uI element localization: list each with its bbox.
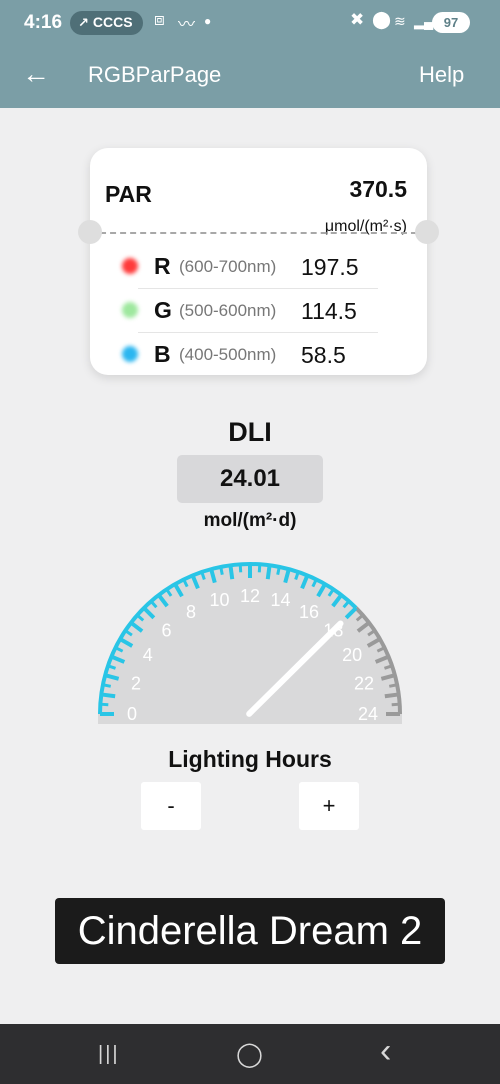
gauge-tick (219, 566, 224, 576)
par-card: PAR 370.5 μmol/(m²·s) R (600-700nm) 197.… (78, 148, 439, 377)
app-bar: ← RGBParPage Help (0, 46, 500, 108)
lighting-hours-title: Lighting Hours (168, 746, 332, 772)
rgb-letter: G (154, 297, 172, 323)
rgb-range: (500-600nm) (179, 301, 277, 320)
par-value: 370.5 (349, 176, 407, 202)
gauge-tick-label: 24 (358, 704, 378, 724)
gauge-tick-label: 16 (299, 602, 319, 622)
par-label: PAR (105, 181, 152, 207)
rgb-value: 197.5 (301, 254, 359, 280)
trend-icon: 〰 (178, 15, 195, 34)
wifi-icon: ≋ (394, 13, 406, 29)
status-pill-label: CCCS (92, 14, 133, 30)
gauge-tick (257, 564, 262, 573)
gauge-tick (388, 683, 398, 688)
location-icon: ⬤ (372, 10, 392, 29)
blue-dot-icon (122, 346, 138, 362)
divider (90, 232, 427, 234)
gauge-tick (101, 692, 116, 699)
card-notch-left (78, 220, 102, 244)
gauge-tick-label: 20 (342, 645, 362, 665)
green-dot-icon (122, 302, 138, 318)
help-button[interactable]: Help (419, 62, 464, 88)
gauge-tick (391, 702, 400, 707)
page-title: RGBParPage (88, 62, 222, 87)
gauge-tick (265, 565, 272, 580)
gauge-tick (228, 565, 235, 580)
gauge-tick-label: 2 (131, 673, 141, 693)
gauge-tick-label: 8 (186, 602, 196, 622)
gauge-tick-label: 4 (143, 645, 153, 665)
trend-arrow-icon: ↗ (78, 15, 89, 30)
gauge-tick (102, 683, 112, 688)
rgb-range: (600-700nm) (179, 257, 277, 276)
gauge-tick (276, 566, 281, 576)
gauge-tick (100, 702, 109, 707)
gauge-tick-label: 12 (240, 586, 260, 606)
status-bar: 4:16 ↗ CCCS ⧈ 〰 ● ✖ ⬤ ≋ ▂▄ 97 (0, 0, 500, 46)
gauge-tick (384, 692, 399, 699)
system-nav-bar: ||| ◯ ‹ (0, 1024, 500, 1084)
lighting-hours-gauge[interactable]: 024681012141618202224 (95, 552, 405, 727)
dot-icon: ● (204, 14, 212, 28)
rgb-letter: B (154, 341, 171, 367)
gauge-tick-label: 14 (271, 590, 291, 610)
gauge-tick-label: 10 (209, 590, 229, 610)
dli-value: 24.01 (177, 455, 323, 503)
mute-icon: ✖ (350, 10, 365, 29)
profile-name-banner: Cinderella Dream 2 (55, 898, 445, 964)
gauge-tick-label: 0 (127, 704, 137, 724)
rgb-row-blue: B (400-500nm) 58.5 (118, 333, 378, 377)
gauge-tick-label: 22 (354, 673, 374, 693)
rgb-row-green: G (500-600nm) 114.5 (118, 289, 378, 333)
recents-icon[interactable]: ||| (98, 1043, 120, 1066)
increase-hours-button[interactable]: + (299, 782, 359, 830)
red-dot-icon (122, 258, 138, 274)
card-notch-right (415, 220, 439, 244)
decrease-hours-button[interactable]: - (141, 782, 201, 830)
dli-title: DLI (228, 417, 272, 447)
gauge-tick (238, 564, 243, 573)
screenshot-icon: ⧈ (154, 10, 165, 29)
home-icon[interactable]: ◯ (236, 1040, 263, 1069)
dli-unit: mol/(m²·d) (203, 510, 297, 531)
rgb-row-red: R (600-700nm) 197.5 (118, 245, 378, 289)
signal-icon: ▂▄ (414, 14, 434, 29)
rgb-range: (400-500nm) (179, 345, 277, 364)
status-pill: ↗ CCCS (70, 11, 143, 35)
rgb-letter: R (154, 253, 171, 279)
back-nav-icon[interactable]: ‹ (380, 1032, 391, 1071)
status-time: 4:16 (24, 12, 63, 33)
back-arrow-icon[interactable]: ← (22, 59, 50, 89)
rgb-value: 114.5 (301, 298, 357, 324)
battery-indicator: 97 (432, 12, 470, 33)
gauge-tick-label: 6 (162, 621, 172, 641)
rgb-value: 58.5 (301, 342, 346, 368)
